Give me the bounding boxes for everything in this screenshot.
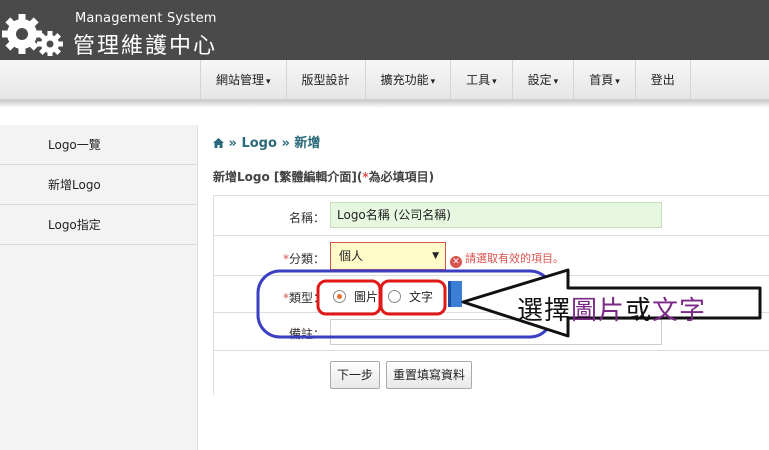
category-select[interactable]: 個人 ▼ — [330, 242, 446, 270]
form-title: 新增Logo [繁體編輯介面](*為必填項目) — [213, 170, 435, 184]
name-label: 名稱： — [288, 211, 325, 225]
nav-website-management[interactable]: 網站管理 ▾ — [200, 60, 286, 100]
nav-logout[interactable]: 登出 — [634, 60, 691, 100]
caret-down-icon: ▾ — [553, 77, 559, 87]
radio-unselected-icon — [388, 290, 401, 303]
nav-layout-design[interactable]: 版型設計 — [285, 60, 365, 100]
name-field[interactable]: Logo名稱 (公司名稱) — [330, 202, 662, 228]
row-category: *分類： 個人 ▼ ✕ 請選取有效的項目。 — [214, 236, 769, 276]
breadcrumb-separator: » — [281, 136, 290, 151]
nav-extensions[interactable]: 擴充功能 ▾ — [364, 60, 451, 100]
breadcrumb-logo[interactable]: Logo — [241, 136, 276, 151]
gear-logo-icon — [2, 14, 63, 56]
main-nav: 網站管理 ▾ 版型設計 擴充功能 ▾ 工具 ▾ 設定 ▾ 首頁 ▾ 登出 — [0, 60, 769, 100]
breadcrumb-current: 新增 — [294, 136, 321, 151]
nav-shadow — [0, 100, 769, 108]
row-name: 名稱： Logo名稱 (公司名稱) — [214, 196, 769, 236]
row-actions: 下一步 重置填寫資料 — [214, 351, 769, 396]
top-header: Management System 管理維護中心 — [0, 0, 769, 60]
type-label: *類型： — [282, 291, 325, 305]
radio-selected-icon — [333, 290, 346, 303]
error-icon: ✕ — [450, 256, 462, 268]
brand-chinese: 管理維護中心 — [73, 34, 218, 59]
caret-down-icon: ▾ — [430, 77, 436, 87]
category-label: *分類： — [282, 252, 325, 266]
sidebar-item-assign-logo[interactable]: Logo指定 — [0, 205, 197, 245]
breadcrumb: » Logo » 新增 — [213, 132, 320, 151]
category-error: ✕ 請選取有效的項目。 — [450, 250, 564, 268]
caret-down-icon: ▾ — [266, 77, 271, 87]
type-radio-text[interactable]: 文字 — [388, 288, 433, 305]
caret-down-icon: ▾ — [615, 77, 620, 87]
sidebar-item-logo-list[interactable]: Logo一覽 — [0, 125, 197, 165]
nav-home[interactable]: 首頁 ▾ — [573, 60, 635, 100]
reset-form-button[interactable]: 重置填寫資料 — [386, 361, 473, 389]
nav-settings[interactable]: 設定 ▾ — [511, 60, 574, 100]
annotation-label: 選擇圖片或文字 — [517, 296, 707, 326]
brand-english: Management System — [75, 11, 217, 26]
sidebar-item-add-logo[interactable]: 新增Logo — [0, 165, 197, 205]
breadcrumb-separator: » — [228, 136, 237, 151]
chevron-down-icon: ▼ — [432, 251, 439, 261]
next-step-button[interactable]: 下一步 — [330, 361, 381, 389]
type-radio-image[interactable]: 圖片 — [333, 288, 378, 305]
caret-down-icon: ▾ — [492, 77, 497, 87]
home-icon[interactable] — [213, 138, 224, 148]
notes-label: 備註： — [288, 327, 325, 341]
highlight-marker — [448, 281, 462, 307]
sidebar: Logo一覽 新增Logo Logo指定 — [0, 125, 198, 450]
nav-tools[interactable]: 工具 ▾ — [450, 60, 512, 100]
